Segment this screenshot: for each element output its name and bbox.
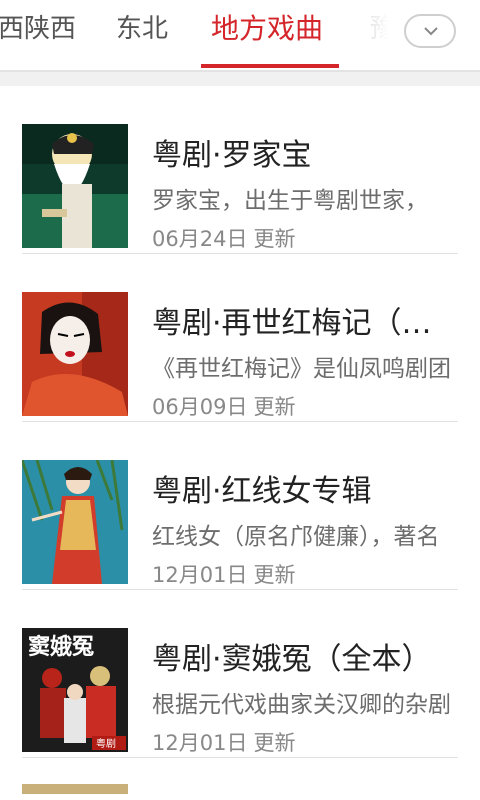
item-update-date: 06月09日 更新 <box>152 394 295 420</box>
tab-active-indicator <box>201 64 339 68</box>
item-description: 红线女（原名邝健廉），著名 <box>152 524 440 550</box>
item-update-date: 12月01日 更新 <box>152 562 295 588</box>
list-item[interactable]: 粤剧·再世红梅记（全本） 《再世红梅记》是仙凤鸣剧团 06月09日更新 <box>0 254 480 422</box>
tab-shaanxi[interactable]: 西陕西 <box>0 0 76 66</box>
list-item[interactable]: 窦娥冤 粤剧 粤剧·窦娥冤（全本） 根据元代戏曲家关汉卿的杂剧 12月01日 更新 <box>0 590 480 758</box>
opera-list: 粤剧·罗家宝 罗家宝，出生于粤剧世家， 06月24日更新 粤剧·再世红梅记（全本… <box>0 86 480 798</box>
thumbnail-hongmeiji <box>22 292 128 416</box>
update-label: 更新 <box>253 731 296 755</box>
expand-tabs-button[interactable] <box>404 14 456 48</box>
update-label: 更新 <box>253 227 296 251</box>
item-description: 罗家宝，出生于粤剧世家， <box>152 188 428 214</box>
chevron-down-icon <box>424 27 438 36</box>
item-title: 粤剧·红线女专辑 <box>152 474 372 509</box>
item-title: 粤剧·罗家宝 <box>152 138 312 173</box>
thumbnail-douewan: 窦娥冤 粤剧 <box>22 628 128 752</box>
item-update-date: 12月01日 更新 <box>152 730 295 756</box>
tab-bar: 西陕西 东北 地方戏曲 豫 <box>0 0 480 72</box>
date-value: 06月24日 <box>152 227 248 251</box>
thumbnail-luojiabao <box>22 124 128 248</box>
item-description: 根据元代戏曲家关汉卿的杂剧 <box>152 692 451 718</box>
date-value: 06月09日 <box>152 395 248 419</box>
date-value: 12月01日 <box>152 563 248 587</box>
list-item[interactable]: 粤剧·罗家宝 罗家宝，出生于粤剧世家， 06月24日 更新 <box>0 86 480 254</box>
section-separator <box>0 72 480 86</box>
tab-dongbei[interactable]: 东北 <box>116 0 168 66</box>
thumbnail-hongxiannv <box>22 460 128 584</box>
tab-fade <box>340 0 410 70</box>
item-description: 《再世红梅记》是仙凤鸣剧团 <box>152 356 451 382</box>
update-label: 更新 <box>253 395 296 419</box>
thumbnail-partial <box>22 784 128 794</box>
item-update-date: 06月24日 更新 <box>152 226 295 252</box>
item-title: 粤剧·再世红梅记（全本） <box>152 306 457 341</box>
poster-title-text: 窦娥冤 <box>28 634 94 660</box>
update-label: 更新 <box>253 563 296 587</box>
date-value: 12月01日 <box>152 731 248 755</box>
item-title: 粤剧·窦娥冤（全本） <box>152 642 432 677</box>
list-item[interactable]: 粤剧·红线女专辑 红线女（原名邝健廉），著名 12月01日 更新 <box>0 422 480 590</box>
tab-local-opera[interactable]: 地方戏曲 <box>211 0 323 66</box>
list-item[interactable] <box>0 758 480 798</box>
poster-tag-text: 粤剧 <box>96 737 116 750</box>
